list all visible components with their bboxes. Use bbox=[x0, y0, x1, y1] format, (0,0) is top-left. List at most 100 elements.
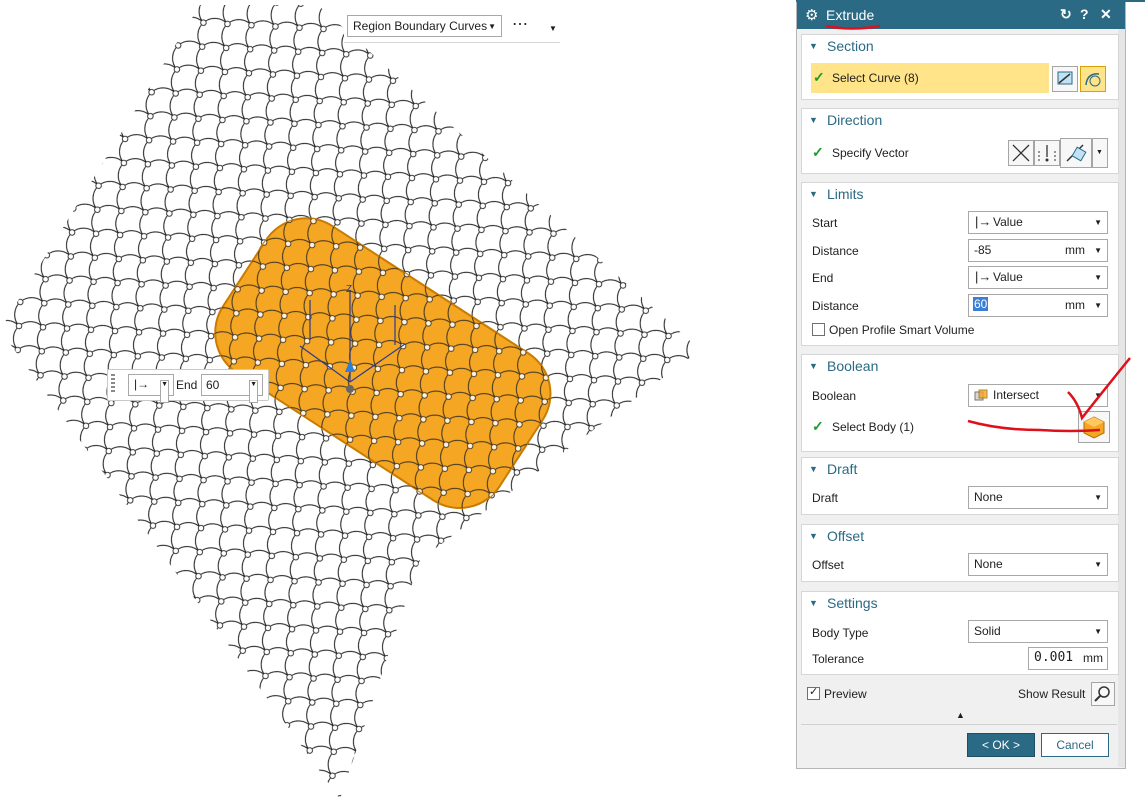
start-distance-input[interactable]: -85 mm ▼ bbox=[968, 239, 1108, 262]
collapse-icon: ▼ bbox=[809, 531, 818, 541]
dialog-scrollbar[interactable] bbox=[1118, 29, 1125, 767]
limits-group: ▼ Limits Start |→ Value ▼ Distance -85 m… bbox=[801, 182, 1119, 346]
start-distance-value: -85 bbox=[974, 243, 992, 257]
ok-button[interactable]: < OK > bbox=[967, 733, 1035, 757]
expand-up-icon[interactable]: ▲ bbox=[956, 710, 965, 720]
chevron-down-icon: ▼ bbox=[1094, 627, 1102, 636]
direction-group: ▼ Direction ✓ Specify Vector ▼ bbox=[801, 108, 1119, 174]
boolean-title: Boolean bbox=[827, 358, 879, 374]
collapse-icon: ▼ bbox=[809, 361, 818, 371]
end-distance-label: Distance bbox=[812, 299, 859, 313]
collapse-icon: ▼ bbox=[809, 598, 818, 608]
vector-icon[interactable] bbox=[1034, 140, 1060, 166]
end-distance-handle: |→ ▼ End 60 ▼ bbox=[107, 369, 269, 403]
magnifier-icon[interactable] bbox=[1091, 682, 1115, 706]
dialog-titlebar: ⚙ Extrude ↻ ? ✕ bbox=[797, 2, 1125, 29]
preview-label: Preview bbox=[824, 687, 867, 701]
more-options-button[interactable]: ⋯ bbox=[512, 14, 529, 34]
end-label: End bbox=[176, 378, 198, 392]
curve-rule-icon[interactable] bbox=[1052, 66, 1078, 92]
toolbar-caret-icon[interactable]: ▼ bbox=[549, 24, 557, 33]
draft-header[interactable]: ▼ Draft bbox=[802, 458, 1118, 480]
body-type-label: Body Type bbox=[812, 626, 869, 640]
section-header[interactable]: ▼ Section bbox=[802, 35, 1118, 57]
end-distance-value: 60 bbox=[973, 297, 989, 311]
reset-icon[interactable]: ↻ bbox=[1060, 6, 1072, 23]
section-title: Section bbox=[827, 38, 874, 54]
offset-value: None bbox=[974, 557, 1003, 571]
footer-divider bbox=[801, 724, 1117, 725]
inferred-vector-icon[interactable] bbox=[1060, 138, 1092, 168]
offset-header[interactable]: ▼ Offset bbox=[802, 525, 1118, 547]
close-icon[interactable]: ✕ bbox=[1100, 6, 1112, 23]
curve-rule-dropdown[interactable]: Region Boundary Curves ▼ bbox=[347, 15, 502, 37]
value-option-icon: |→ bbox=[134, 377, 150, 391]
tolerance-unit: mm bbox=[1083, 651, 1103, 665]
draft-dropdown[interactable]: None ▼ bbox=[968, 486, 1108, 509]
draft-value: None bbox=[974, 490, 1003, 504]
settings-header[interactable]: ▼ Settings bbox=[802, 592, 1118, 614]
preview-checkbox[interactable] bbox=[807, 685, 820, 700]
tolerance-input[interactable]: 0.001 mm bbox=[1028, 647, 1108, 670]
start-option-dropdown[interactable]: |→ Value ▼ bbox=[968, 211, 1108, 234]
drag-grip-icon[interactable] bbox=[111, 374, 115, 394]
chevron-down-icon: ▼ bbox=[249, 380, 258, 403]
collapse-icon: ▼ bbox=[809, 464, 818, 474]
open-profile-label: Open Profile Smart Volume bbox=[829, 323, 975, 337]
settings-group: ▼ Settings Body Type Solid ▼ Tolerance 0… bbox=[801, 591, 1119, 675]
end-option-dropdown[interactable]: |→ Value ▼ bbox=[968, 266, 1108, 289]
help-icon[interactable]: ? bbox=[1080, 6, 1089, 22]
end-option-dropdown[interactable]: |→ ▼ bbox=[128, 374, 174, 403]
select-body-label: Select Body (1) bbox=[832, 420, 915, 434]
intersect-icon bbox=[974, 389, 988, 401]
start-label: Start bbox=[812, 216, 838, 230]
value-option-icon: |→ bbox=[975, 214, 992, 229]
select-curve-label: Select Curve (8) bbox=[832, 71, 919, 85]
chevron-down-icon: ▼ bbox=[488, 22, 496, 31]
end-option-value: Value bbox=[993, 270, 1023, 284]
graphics-viewport[interactable]: Z Region Boundary Curves ▼ ⋯ ▼ |→ ▼ End … bbox=[0, 0, 796, 799]
check-icon: ✓ bbox=[812, 144, 824, 160]
boolean-dropdown[interactable]: Intersect ▼ bbox=[968, 384, 1108, 407]
show-result-label: Show Result bbox=[1018, 687, 1086, 701]
end-value-text: 60 bbox=[206, 378, 220, 392]
dialog-title: Extrude bbox=[826, 7, 875, 23]
chevron-down-icon: ▼ bbox=[1096, 149, 1103, 156]
boolean-group: ▼ Boolean Boolean Intersect ▼ ✓ Select B… bbox=[801, 354, 1119, 452]
draft-title: Draft bbox=[827, 461, 858, 477]
gear-icon[interactable]: ⚙ bbox=[805, 6, 818, 24]
collapse-icon: ▼ bbox=[809, 41, 818, 51]
draft-group: ▼ Draft Draft None ▼ bbox=[801, 457, 1119, 515]
chevron-down-icon: ▼ bbox=[160, 380, 169, 403]
body-type-dropdown[interactable]: Solid ▼ bbox=[968, 620, 1108, 643]
offset-dropdown[interactable]: None ▼ bbox=[968, 553, 1108, 576]
collapse-icon: ▼ bbox=[809, 115, 818, 125]
chevron-down-icon: ▼ bbox=[1094, 391, 1102, 400]
curve-rule-value: Region Boundary Curves bbox=[353, 19, 488, 33]
offset-group: ▼ Offset Offset None ▼ bbox=[801, 524, 1119, 582]
end-distance-input[interactable]: 60 mm ▼ bbox=[968, 294, 1108, 317]
z-axis-label: Z bbox=[346, 284, 352, 295]
check-icon: ✓ bbox=[813, 69, 825, 85]
tolerance-value: 0.001 bbox=[1034, 650, 1074, 665]
end-value-input[interactable]: 60 ▼ bbox=[201, 374, 263, 403]
vector-options-dropdown[interactable]: ▼ bbox=[1092, 138, 1108, 168]
cancel-button[interactable]: Cancel bbox=[1041, 733, 1109, 757]
boolean-header[interactable]: ▼ Boolean bbox=[802, 355, 1118, 377]
limits-title: Limits bbox=[827, 186, 864, 202]
specify-vector-label: Specify Vector bbox=[832, 146, 909, 160]
vector-reverse-icon[interactable] bbox=[1008, 140, 1034, 166]
direction-header[interactable]: ▼ Direction bbox=[802, 109, 1118, 131]
body-select-icon[interactable] bbox=[1078, 411, 1110, 443]
select-curve-row[interactable]: ✓ Select Curve (8) bbox=[811, 63, 1049, 93]
boolean-value: Intersect bbox=[993, 388, 1040, 402]
body-type-value: Solid bbox=[974, 624, 1001, 638]
start-distance-label: Distance bbox=[812, 244, 859, 258]
limits-header[interactable]: ▼ Limits bbox=[802, 183, 1118, 205]
value-option-icon: |→ bbox=[975, 269, 992, 284]
start-distance-unit: mm bbox=[1065, 243, 1085, 257]
curve-icon[interactable] bbox=[1080, 66, 1106, 92]
direction-title: Direction bbox=[827, 112, 883, 128]
settings-title: Settings bbox=[827, 595, 878, 611]
open-profile-checkbox[interactable] bbox=[812, 323, 825, 336]
